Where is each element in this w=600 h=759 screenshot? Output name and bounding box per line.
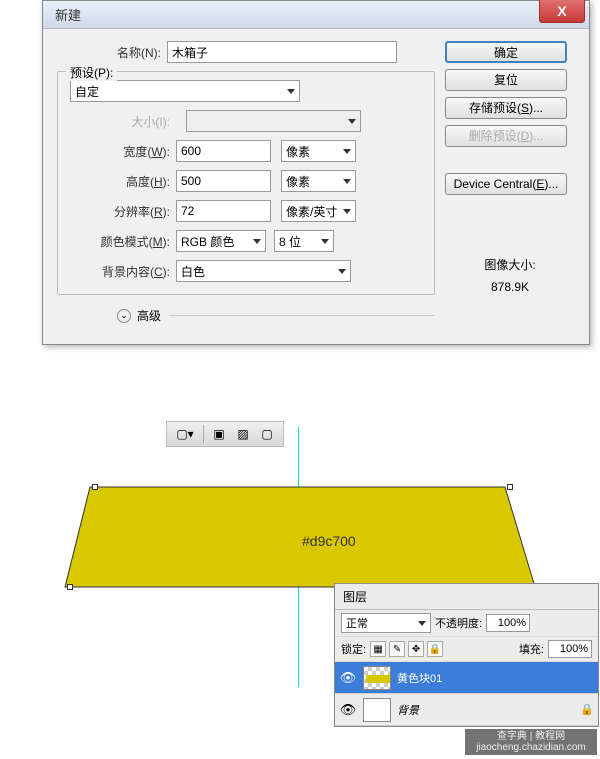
height-input[interactable] [176,170,271,192]
height-unit-select[interactable]: 像素 [281,170,356,192]
visibility-eye-icon[interactable]: 👁 [339,669,357,687]
layers-tab[interactable]: 图层 [335,584,598,610]
chevron-down-icon [287,89,295,94]
trapezoid-shape[interactable] [60,457,540,597]
path-intersect-icon[interactable]: ▢ [256,425,278,443]
chevron-down-icon [343,149,351,154]
dialog-title: 新建 [55,5,81,24]
colormode-label: 颜色模式(M): [66,233,176,250]
layer-name[interactable]: 背景 [397,702,580,718]
height-label: 高度(H): [66,173,176,190]
fill-input[interactable]: 100% [548,640,592,658]
layer-item[interactable]: 👁 黄色块01 [335,662,598,694]
chevron-down-icon [321,239,329,244]
close-button[interactable]: X [539,0,585,23]
image-size-value: 878.9K [445,277,575,299]
opacity-input[interactable]: 100% [486,614,530,632]
watermark: 查字典 | 教程网 jiaocheng.chazidian.com [465,729,597,755]
preset-select[interactable]: 自定 [70,80,300,102]
visibility-eye-icon[interactable]: 👁 [339,701,357,719]
size-select [186,110,361,132]
chevron-down-icon [418,621,426,626]
preset-label: 预设(P): [66,64,117,81]
lock-transparency-icon[interactable]: ▦ [370,641,386,657]
layer-item[interactable]: 👁 背景 🔒 [335,694,598,726]
dialog-titlebar[interactable]: 新建 X [43,1,589,29]
name-input[interactable] [167,41,397,63]
device-central-button[interactable]: Device Central(E)... [445,173,567,195]
save-preset-button[interactable]: 存储预设(S)... [445,97,567,119]
chevron-down-icon [343,179,351,184]
advanced-label: 高级 [137,307,161,324]
advanced-toggle[interactable]: ⌄ [117,309,131,323]
width-label: 宽度(W): [66,143,176,160]
bitdepth-select[interactable]: 8 位 [274,230,334,252]
lock-pixels-icon[interactable]: ✎ [389,641,405,657]
blend-mode-select[interactable]: 正常 [341,613,431,633]
bgcontent-select[interactable]: 白色 [176,260,351,282]
lock-all-icon[interactable]: 🔒 [427,641,443,657]
chevron-down-icon [348,119,356,124]
new-document-dialog: 新建 X 名称(N): 预设(P): 自定 大小(I): [42,0,590,345]
shape-mode-button[interactable]: ▢▾ [171,425,199,443]
fill-label: 填充: [519,641,544,657]
width-unit-select[interactable]: 像素 [281,140,356,162]
size-label: 大小(I): [66,113,176,130]
layer-name[interactable]: 黄色块01 [397,670,594,686]
anchor-handle[interactable] [67,584,73,590]
ok-button[interactable]: 确定 [445,41,567,63]
image-size-label: 图像大小: [445,255,575,277]
shape-tool-options: ▢▾ ▣ ▨ ▢ [166,421,284,447]
colormode-select[interactable]: RGB 颜色 [176,230,266,252]
path-combine-icon[interactable]: ▣ [208,425,230,443]
name-label: 名称(N): [57,44,167,61]
resolution-input[interactable] [176,200,271,222]
delete-preset-button: 删除预设(D)... [445,125,567,147]
reset-button[interactable]: 复位 [445,69,567,91]
chevron-down-icon [343,209,351,214]
chevron-down-icon [338,269,346,274]
resolution-label: 分辨率(R): [66,203,176,220]
lock-position-icon[interactable]: ✥ [408,641,424,657]
path-subtract-icon[interactable]: ▨ [232,425,254,443]
opacity-label: 不透明度: [435,615,482,631]
chevron-down-icon [253,239,261,244]
anchor-handle[interactable] [507,484,513,490]
hex-color-label: #d9c700 [302,533,356,549]
lock-icon: 🔒 [580,703,594,716]
layer-thumbnail[interactable] [363,698,391,722]
bgcontent-label: 背景内容(C): [66,263,176,280]
resolution-unit-select[interactable]: 像素/英寸 [281,200,356,222]
anchor-handle[interactable] [92,484,98,490]
divider [169,315,435,316]
layer-thumbnail[interactable] [363,666,391,690]
lock-label: 锁定: [341,641,366,657]
width-input[interactable] [176,140,271,162]
layers-panel: 图层 正常 不透明度: 100% 锁定: ▦ ✎ ✥ 🔒 填充: 100% 👁 … [334,583,599,727]
